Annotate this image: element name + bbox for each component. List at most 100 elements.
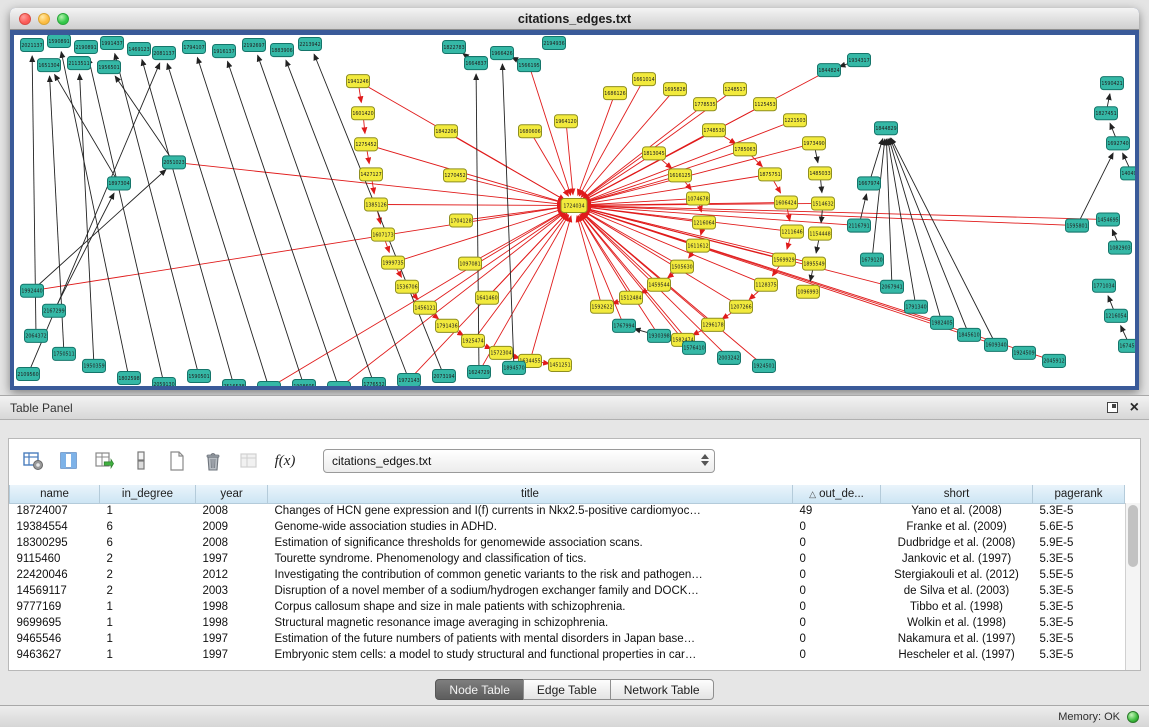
table-cell[interactable]: 49 (793, 503, 881, 519)
graph-node[interactable]: 1679120 (861, 253, 884, 266)
table-cell[interactable]: Structural magnetic resonance image aver… (268, 615, 793, 631)
graph-node[interactable]: 1667974 (858, 177, 881, 190)
graph-node[interactable]: 1595801 (1066, 219, 1089, 232)
table-cell[interactable]: 18724007 (10, 503, 100, 519)
graph-node[interactable]: 1385126 (365, 198, 388, 211)
graph-node[interactable]: 1844829 (875, 122, 898, 135)
graph-node[interactable]: 1894570 (503, 361, 526, 374)
table-row[interactable]: 977716911998Corpus callosum shape and si… (10, 599, 1125, 615)
graph-node[interactable]: 1590501 (188, 369, 211, 382)
graph-edge[interactable] (228, 61, 339, 386)
graph-node[interactable]: 1695828 (664, 83, 687, 96)
graph-node[interactable]: 1566195 (518, 59, 541, 72)
table-cell[interactable]: Tourette syndrome. Phenomenology and cla… (268, 551, 793, 567)
graph-node[interactable]: 1207266 (730, 300, 753, 313)
graph-node[interactable]: 2059130 (153, 377, 176, 386)
tab-network-table[interactable]: Network Table (610, 679, 714, 700)
delete-table-button[interactable] (199, 447, 227, 475)
graph-edge[interactable] (80, 74, 94, 366)
graph-node[interactable]: 2167299 (43, 304, 66, 317)
graph-node[interactable]: 1692740 (1107, 137, 1130, 150)
table-cell[interactable]: 9115460 (10, 551, 100, 567)
table-cell[interactable]: Yano et al. (2008) (881, 503, 1033, 519)
table-cell[interactable]: 5.3E-5 (1033, 551, 1125, 567)
graph-node[interactable]: 1924509 (1013, 346, 1036, 359)
table-row[interactable]: 911546021997Tourette syndrome. Phenomeno… (10, 551, 1125, 567)
graph-node[interactable]: 1883906 (271, 44, 294, 57)
table-cell[interactable]: 5.3E-5 (1033, 599, 1125, 615)
table-selector-dropdown[interactable]: citations_edges.txt (323, 449, 715, 473)
graph-node[interactable]: 2003242 (718, 351, 741, 364)
table-cell[interactable]: 0 (793, 631, 881, 647)
graph-node[interactable]: 1895549 (803, 257, 826, 270)
graph-node[interactable]: 1950359 (83, 359, 106, 372)
table-cell[interactable]: 18300295 (10, 535, 100, 551)
network-canvas[interactable]: 1724034181304516161251074678121606416116… (14, 35, 1135, 386)
graph-node[interactable]: 1451251 (549, 358, 572, 371)
graph-node[interactable]: 1469123 (128, 43, 151, 56)
table-cell[interactable]: 2009 (196, 519, 268, 535)
tab-edge-table[interactable]: Edge Table (523, 679, 611, 700)
graph-node[interactable]: 2113511 (68, 57, 91, 70)
table-row[interactable]: 946362711997Embryonic stem cells: a mode… (10, 647, 1125, 663)
graph-node[interactable]: 1964120 (555, 115, 578, 128)
graph-node[interactable]: 1966426 (491, 47, 514, 60)
graph-node[interactable]: 1454695 (1097, 213, 1120, 226)
graph-node[interactable]: 1791436 (436, 319, 459, 332)
table-scrollbar[interactable] (1125, 503, 1140, 670)
table-cell[interactable]: 0 (793, 567, 881, 583)
graph-node[interactable]: 2116791 (848, 219, 871, 232)
graph-node[interactable]: 1930398 (648, 329, 671, 342)
tab-node-table[interactable]: Node Table (435, 679, 524, 700)
graph-node[interactable]: 1972143 (398, 373, 421, 386)
show-columns-button[interactable] (55, 447, 83, 475)
graph-node[interactable]: 1973490 (803, 137, 826, 150)
graph-node[interactable]: 1270452 (444, 169, 467, 182)
graph-node[interactable]: 2021137 (21, 39, 44, 52)
graph-edge[interactable] (258, 55, 374, 384)
table-cell[interactable]: Hescheler et al. (1997) (881, 647, 1033, 663)
graph-node[interactable]: 1785063 (734, 143, 757, 156)
graph-node[interactable]: 1664837 (465, 57, 488, 70)
graph-node[interactable]: 2516538 (223, 379, 246, 386)
table-cell[interactable]: 1 (100, 503, 196, 519)
graph-node[interactable]: 1686126 (604, 87, 627, 100)
graph-node[interactable]: 1661014 (633, 73, 656, 86)
graph-node[interactable]: 1778535 (694, 98, 717, 111)
graph-edge[interactable] (197, 58, 304, 386)
graph-edge[interactable] (891, 138, 996, 345)
graph-node[interactable]: 1576410 (683, 341, 706, 354)
graph-node[interactable]: 1802598 (118, 371, 141, 384)
graph-node[interactable]: 1767994 (613, 319, 636, 332)
graph-node[interactable]: 1601420 (352, 107, 375, 120)
table-cell[interactable]: 0 (793, 519, 881, 535)
graph-node[interactable]: 1128375 (755, 278, 778, 291)
column-header-out-degree[interactable]: △out_de... (793, 485, 881, 503)
table-cell[interactable]: 2008 (196, 535, 268, 551)
table-cell[interactable]: 2 (100, 583, 196, 599)
close-window-button[interactable] (19, 13, 31, 25)
graph-node[interactable]: 1982405 (931, 316, 954, 329)
graph-edge[interactable] (115, 54, 199, 376)
column-header-title[interactable]: title (268, 485, 793, 503)
table-cell[interactable]: 9463627 (10, 647, 100, 663)
table-row[interactable]: 1938455462009Genome-wide association stu… (10, 519, 1125, 535)
table-cell[interactable]: 2012 (196, 567, 268, 583)
graph-node[interactable]: 1485033 (809, 167, 832, 180)
graph-node[interactable]: 1624729 (468, 365, 491, 378)
table-cell[interactable]: 5.3E-5 (1033, 503, 1125, 519)
graph-edge[interactable] (115, 76, 174, 162)
table-cell[interactable]: 5.3E-5 (1033, 631, 1125, 647)
graph-node[interactable]: 1275452 (355, 138, 378, 151)
network-window-titlebar[interactable]: citations_edges.txt (10, 8, 1139, 30)
table-cell[interactable]: 0 (793, 535, 881, 551)
table-cell[interactable]: 1997 (196, 551, 268, 567)
graph-node[interactable]: 1590891 (48, 35, 71, 48)
table-cell[interactable]: 14569117 (10, 583, 100, 599)
table-cell[interactable]: 5.3E-5 (1033, 583, 1125, 599)
graph-node[interactable]: 1934317 (848, 54, 871, 67)
graph-node[interactable]: 1650119 (258, 381, 281, 386)
graph-node[interactable]: 2213942 (299, 38, 322, 51)
table-cell[interactable]: Corpus callosum shape and size in male p… (268, 599, 793, 615)
graph-node[interactable]: 1512484 (620, 291, 643, 304)
